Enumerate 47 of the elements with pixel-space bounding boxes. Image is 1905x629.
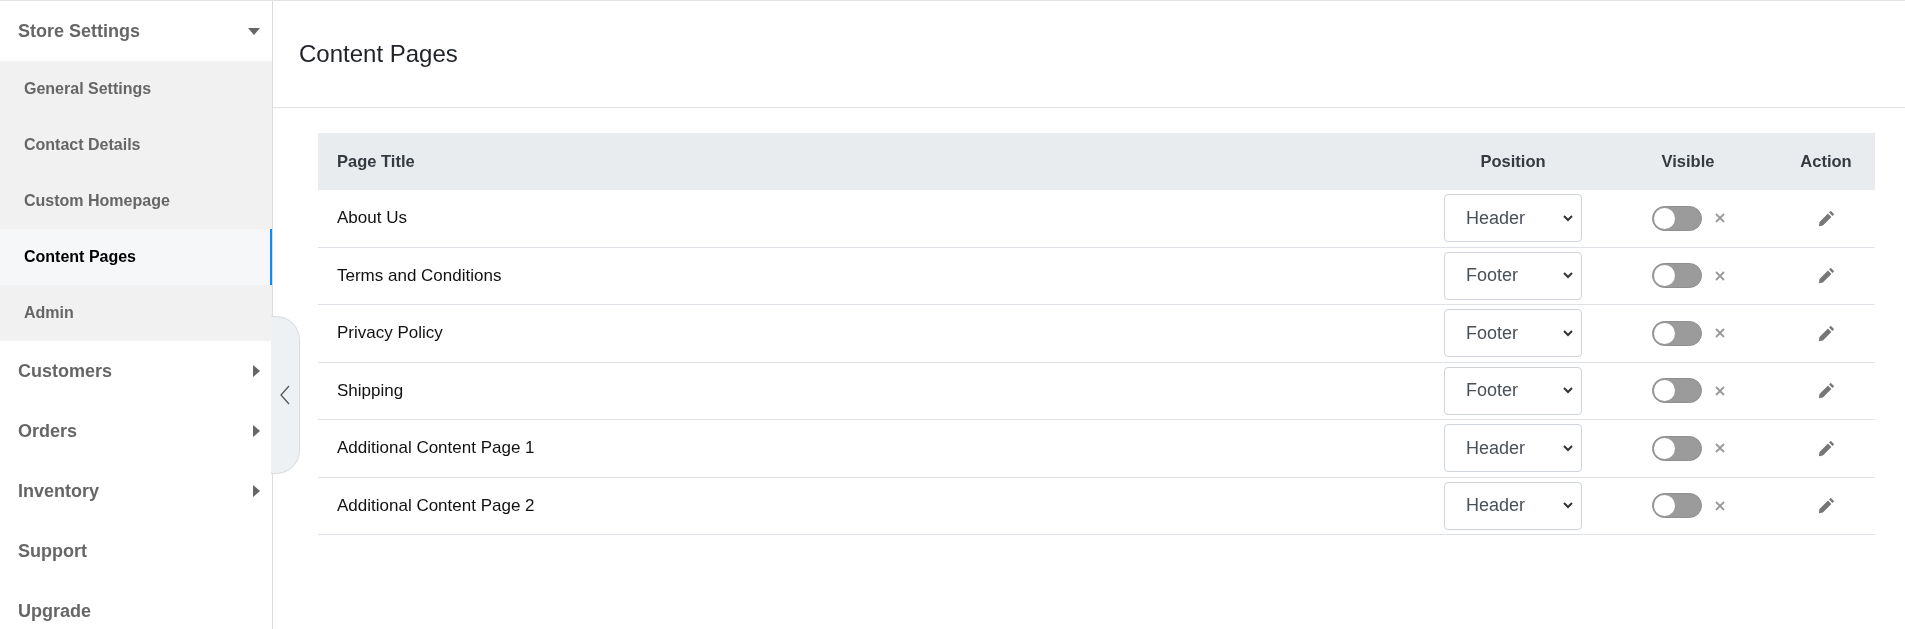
position-dropdown[interactable]: Footer bbox=[1444, 251, 1582, 300]
position-dropdown[interactable]: Header bbox=[1444, 481, 1582, 530]
chevron-down-icon bbox=[1563, 214, 1573, 222]
column-header: Visible bbox=[1661, 152, 1715, 171]
sidebar-subitem[interactable]: Content Pages bbox=[0, 229, 272, 285]
x-icon bbox=[1714, 328, 1725, 339]
pencil-icon[interactable] bbox=[1817, 439, 1835, 457]
table-cell: Additional Content Page 1 bbox=[337, 438, 535, 459]
chevron-down-icon bbox=[1563, 444, 1573, 452]
toggle-switch[interactable] bbox=[1651, 205, 1702, 231]
column-header: Page Title bbox=[337, 152, 415, 171]
toggle-switch[interactable] bbox=[1651, 435, 1702, 461]
position-dropdown[interactable]: Header bbox=[1444, 424, 1582, 473]
toggle-switch[interactable] bbox=[1651, 493, 1702, 519]
chevron-down-icon bbox=[1563, 502, 1573, 510]
chevron-down-icon bbox=[1563, 329, 1573, 337]
chevron-down-icon bbox=[1563, 272, 1573, 280]
pencil-icon[interactable] bbox=[1817, 267, 1835, 285]
x-icon bbox=[1714, 443, 1725, 454]
x-icon bbox=[1714, 270, 1725, 281]
table-cell: Privacy Policy bbox=[337, 323, 443, 344]
sidebar-subitem[interactable]: Contact Details bbox=[0, 117, 272, 173]
toggle-switch[interactable] bbox=[1651, 320, 1702, 346]
position-dropdown[interactable]: Header bbox=[1444, 194, 1582, 243]
sidebar-subitem[interactable]: Custom Homepage bbox=[0, 173, 272, 229]
position-dropdown[interactable]: Footer bbox=[1444, 309, 1582, 358]
chevron-down-icon bbox=[1563, 387, 1573, 395]
table-cell: About Us bbox=[337, 208, 407, 229]
table-cell: Terms and Conditions bbox=[337, 265, 502, 286]
column-header: Action bbox=[1800, 152, 1852, 171]
toggle-switch[interactable] bbox=[1651, 263, 1702, 289]
x-icon bbox=[1714, 385, 1725, 396]
page-title: Content Pages bbox=[299, 40, 458, 68]
sidebar-subitem[interactable]: General Settings bbox=[0, 61, 272, 117]
position-dropdown[interactable]: Footer bbox=[1444, 366, 1582, 415]
toggle-switch[interactable] bbox=[1651, 378, 1702, 404]
x-icon bbox=[1714, 500, 1725, 511]
column-header: Position bbox=[1480, 152, 1546, 171]
pencil-icon[interactable] bbox=[1817, 324, 1835, 342]
pencil-icon[interactable] bbox=[1817, 497, 1835, 515]
table-cell: Shipping bbox=[337, 380, 404, 401]
chevron-left-icon bbox=[280, 385, 290, 405]
pencil-icon[interactable] bbox=[1817, 209, 1835, 227]
table-cell: Additional Content Page 2 bbox=[337, 495, 535, 516]
pencil-icon[interactable] bbox=[1817, 382, 1835, 400]
x-icon bbox=[1714, 213, 1725, 224]
sidebar-subitem[interactable]: Admin bbox=[0, 285, 272, 341]
